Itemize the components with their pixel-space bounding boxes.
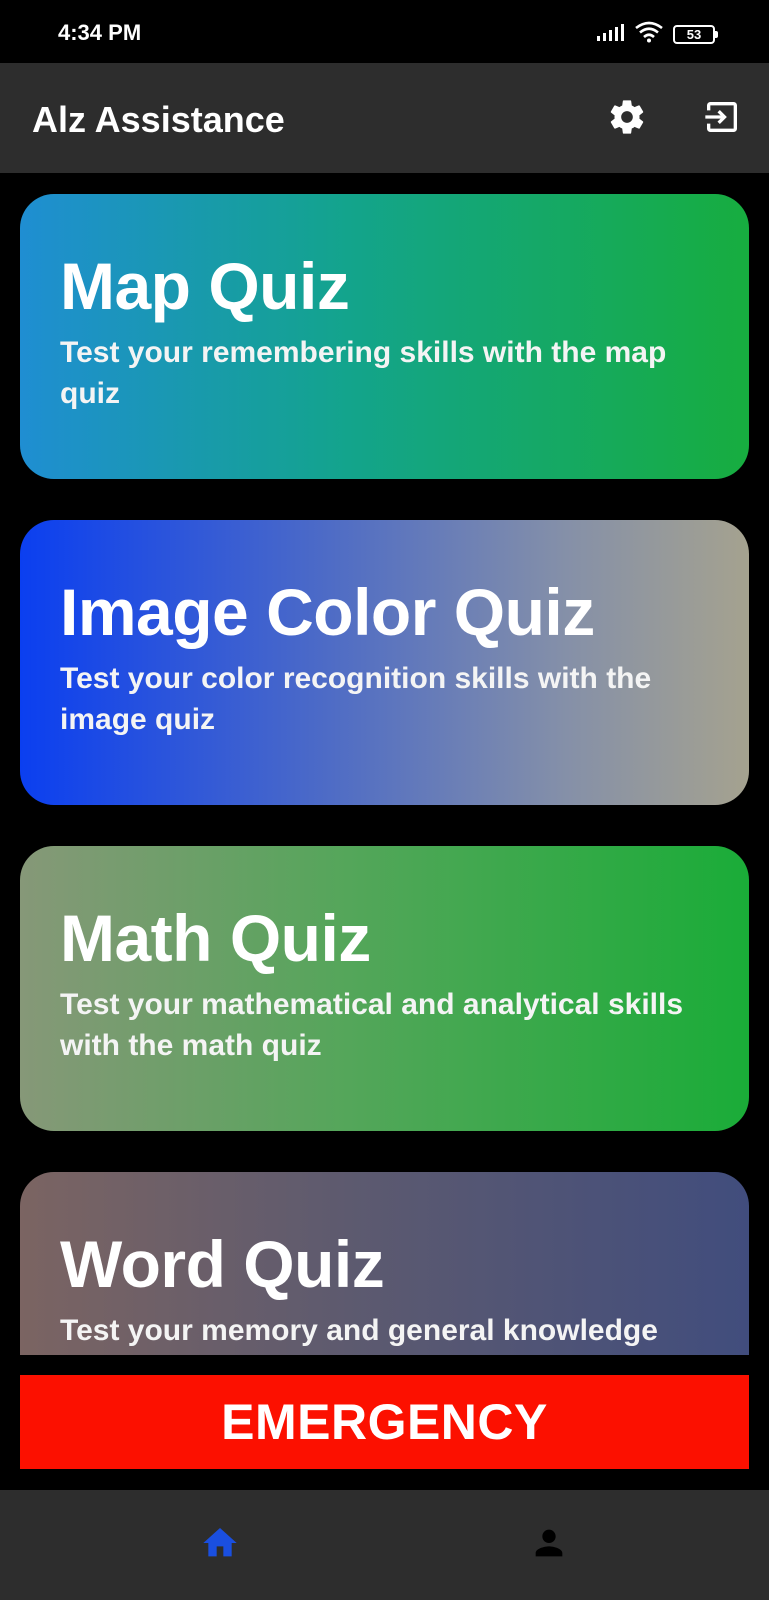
quiz-description: Test your memory and general knowledge (60, 1314, 658, 1347)
app-bar: Alz Assistance (0, 63, 769, 173)
app-title: Alz Assistance (32, 99, 285, 140)
quiz-title: Image Color Quiz (60, 575, 595, 649)
profile-icon (529, 1523, 569, 1568)
quiz-title: Math Quiz (60, 901, 371, 975)
wifi-icon (635, 21, 663, 48)
image-color-quiz-card[interactable]: Image Color Quiz Test your color recogni… (20, 520, 749, 805)
word-quiz-card[interactable]: Word Quiz Test your memory and general k… (20, 1172, 749, 1355)
quiz-list[interactable]: Map Quiz Test your remembering skills wi… (0, 173, 769, 1355)
bottom-nav (0, 1490, 769, 1600)
nav-home[interactable] (195, 1520, 245, 1570)
home-icon (200, 1523, 240, 1568)
battery-icon: 53 (673, 24, 718, 44)
status-time: 4:34 PM (58, 20, 142, 45)
emergency-button[interactable]: EMERGENCY (20, 1375, 749, 1469)
signal-icon (597, 23, 625, 46)
quiz-description: Test your color recognition skills with … (60, 662, 652, 736)
status-icons: 53 (597, 21, 718, 48)
quiz-description: Test your remembering skills with the ma… (60, 336, 667, 410)
logout-icon (702, 97, 742, 142)
quiz-title: Map Quiz (60, 249, 350, 323)
quiz-title: Word Quiz (60, 1227, 385, 1301)
status-bar: 4:34 PM 53 (0, 0, 769, 63)
quiz-description: Test your mathematical and analytical sk… (60, 988, 684, 1062)
math-quiz-card[interactable]: Math Quiz Test your mathematical and ana… (20, 846, 749, 1131)
map-quiz-card[interactable]: Map Quiz Test your remembering skills wi… (20, 194, 749, 479)
nav-profile[interactable] (524, 1520, 574, 1570)
logout-button[interactable] (700, 97, 744, 141)
settings-button[interactable] (605, 97, 649, 141)
gear-icon (607, 97, 647, 142)
